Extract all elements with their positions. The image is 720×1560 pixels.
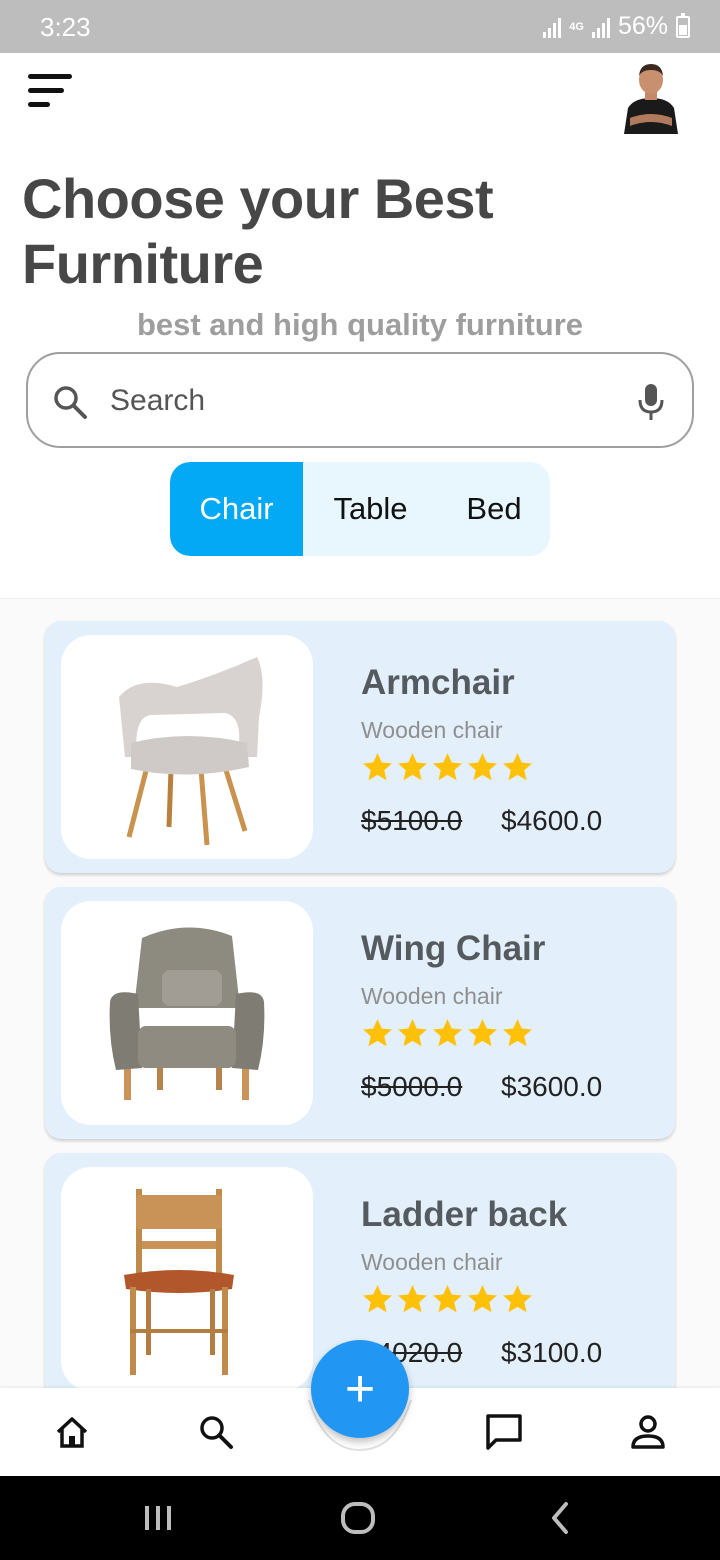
- menu-icon[interactable]: [28, 74, 72, 108]
- category-tabs: Chair Table Bed: [170, 462, 550, 556]
- sale-price: $3100.0: [501, 1337, 603, 1368]
- sale-price: $4600.0: [501, 805, 603, 836]
- original-price: $5000.0: [361, 1071, 463, 1102]
- star-icon: [468, 1285, 497, 1313]
- star-icon: [503, 1019, 532, 1047]
- star-icon: [433, 1285, 462, 1313]
- product-material: Wooden chair: [361, 717, 503, 743]
- recents-icon[interactable]: [140, 1500, 176, 1536]
- star-icon: [363, 1019, 392, 1047]
- add-button[interactable]: +: [311, 1340, 409, 1438]
- original-price: $5100.0: [361, 805, 463, 836]
- tab-table[interactable]: Table: [303, 462, 438, 556]
- person-icon[interactable]: [628, 1412, 668, 1452]
- star-icon: [433, 1019, 462, 1047]
- product-material: Wooden chair: [361, 983, 503, 1009]
- star-icon: [503, 1285, 532, 1313]
- profile-avatar[interactable]: [620, 58, 682, 134]
- star-icon: [433, 753, 462, 781]
- product-name: Wing Chair: [361, 929, 546, 968]
- mic-icon[interactable]: [636, 382, 666, 422]
- rating-stars: [361, 751, 534, 784]
- battery-icon: [676, 12, 690, 38]
- home-button-icon[interactable]: [338, 1500, 378, 1536]
- status-bar: 3:23 4G 56%: [0, 0, 720, 53]
- signal-icon: [543, 16, 562, 38]
- star-icon: [398, 1019, 427, 1047]
- battery-percent: 56%: [617, 12, 668, 40]
- search-bar[interactable]: [26, 352, 694, 448]
- home-icon[interactable]: [52, 1412, 92, 1452]
- star-icon: [468, 1019, 497, 1047]
- product-list: Armchair Wooden chair $5100.0 $4600.0 Wi…: [0, 598, 720, 1388]
- signal-icon-2: [591, 16, 610, 38]
- network-type: 4G: [569, 20, 584, 33]
- sale-price: $3600.0: [501, 1071, 603, 1102]
- product-image: [61, 901, 313, 1125]
- star-icon: [503, 753, 532, 781]
- product-name: Ladder back: [361, 1195, 568, 1234]
- status-time: 3:23: [40, 12, 91, 42]
- product-card[interactable]: Wing Chair Wooden chair $5000.0 $3600.0: [45, 887, 675, 1139]
- star-icon: [363, 753, 392, 781]
- product-image: [61, 635, 313, 859]
- page-title: Choose your Best Furniture: [22, 167, 494, 295]
- status-indicators: 4G 56%: [543, 12, 690, 41]
- product-card[interactable]: Armchair Wooden chair $5100.0 $4600.0: [45, 621, 675, 873]
- product-image: [61, 1167, 313, 1388]
- rating-stars: [361, 1017, 534, 1050]
- system-nav: [0, 1476, 720, 1560]
- product-name: Armchair: [361, 663, 515, 702]
- product-material: Wooden chair: [361, 1249, 503, 1275]
- star-icon: [468, 753, 497, 781]
- tab-chair[interactable]: Chair: [170, 462, 303, 556]
- back-icon[interactable]: [546, 1500, 574, 1536]
- tab-bed[interactable]: Bed: [438, 462, 550, 556]
- search-icon: [54, 386, 87, 419]
- star-icon: [398, 753, 427, 781]
- chat-icon[interactable]: [484, 1412, 524, 1452]
- page-subtitle: best and high quality furniture: [136, 307, 584, 342]
- search-nav-icon[interactable]: [196, 1412, 236, 1452]
- search-input[interactable]: [110, 380, 610, 422]
